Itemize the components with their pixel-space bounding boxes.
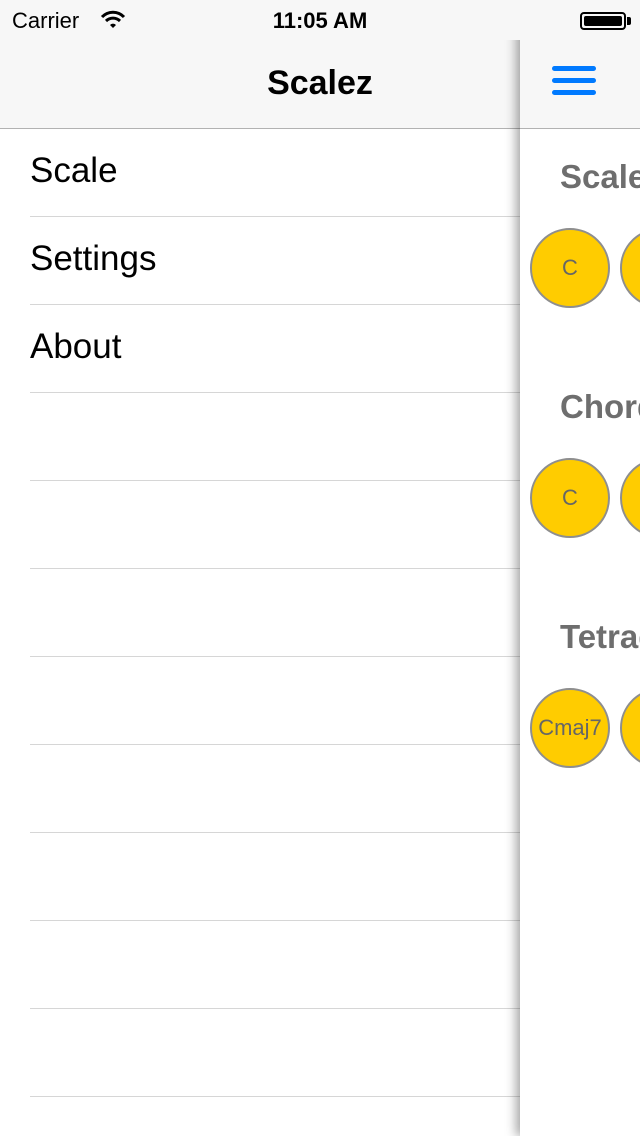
hamburger-icon[interactable] xyxy=(552,66,596,102)
menu-item-settings[interactable]: Settings xyxy=(30,217,520,305)
chord-button[interactable]: C xyxy=(530,458,610,538)
menu-list: Scale Settings About xyxy=(0,129,520,1097)
menu-item-label: About xyxy=(30,327,122,366)
menu-empty-row xyxy=(30,833,520,921)
battery-tip xyxy=(627,17,631,25)
menu-item-label: Settings xyxy=(30,239,157,278)
content-navigation-bar xyxy=(520,40,640,129)
chord-button[interactable] xyxy=(620,458,640,538)
battery-icon xyxy=(580,12,626,30)
tetrad-note-row: Cmaj7D xyxy=(530,688,640,768)
tetrad-button[interactable]: D xyxy=(620,688,640,768)
menu-item-label: Scale xyxy=(30,151,118,190)
chord-note-row: C xyxy=(530,458,640,538)
status-bar: Carrier 11:05 AM xyxy=(0,0,640,40)
side-menu: Scalez Scale Settings About xyxy=(0,0,520,1136)
menu-empty-row xyxy=(30,1009,520,1097)
menu-empty-row xyxy=(30,569,520,657)
note-button[interactable]: C xyxy=(530,228,610,308)
section-title-tetrad: Tetrad xyxy=(560,618,640,655)
scale-note-row: C xyxy=(530,228,640,308)
section-title-scale: Scale xyxy=(560,158,640,195)
menu-item-about[interactable]: About xyxy=(30,305,520,393)
status-time: 11:05 AM xyxy=(272,8,368,33)
menu-empty-row xyxy=(30,393,520,481)
menu-empty-row xyxy=(30,481,520,569)
menu-empty-row xyxy=(30,921,520,1009)
section-title-chord: Chord xyxy=(560,388,640,425)
menu-empty-row xyxy=(30,745,520,833)
tetrad-button[interactable]: Cmaj7 xyxy=(530,688,610,768)
menu-empty-row xyxy=(30,657,520,745)
menu-navigation-bar: Scalez xyxy=(0,40,520,129)
note-button[interactable] xyxy=(620,228,640,308)
main-content-panel[interactable]: Scale C Chord C Tetrad Cmaj7D xyxy=(520,0,640,1136)
menu-item-scale[interactable]: Scale xyxy=(30,129,520,217)
